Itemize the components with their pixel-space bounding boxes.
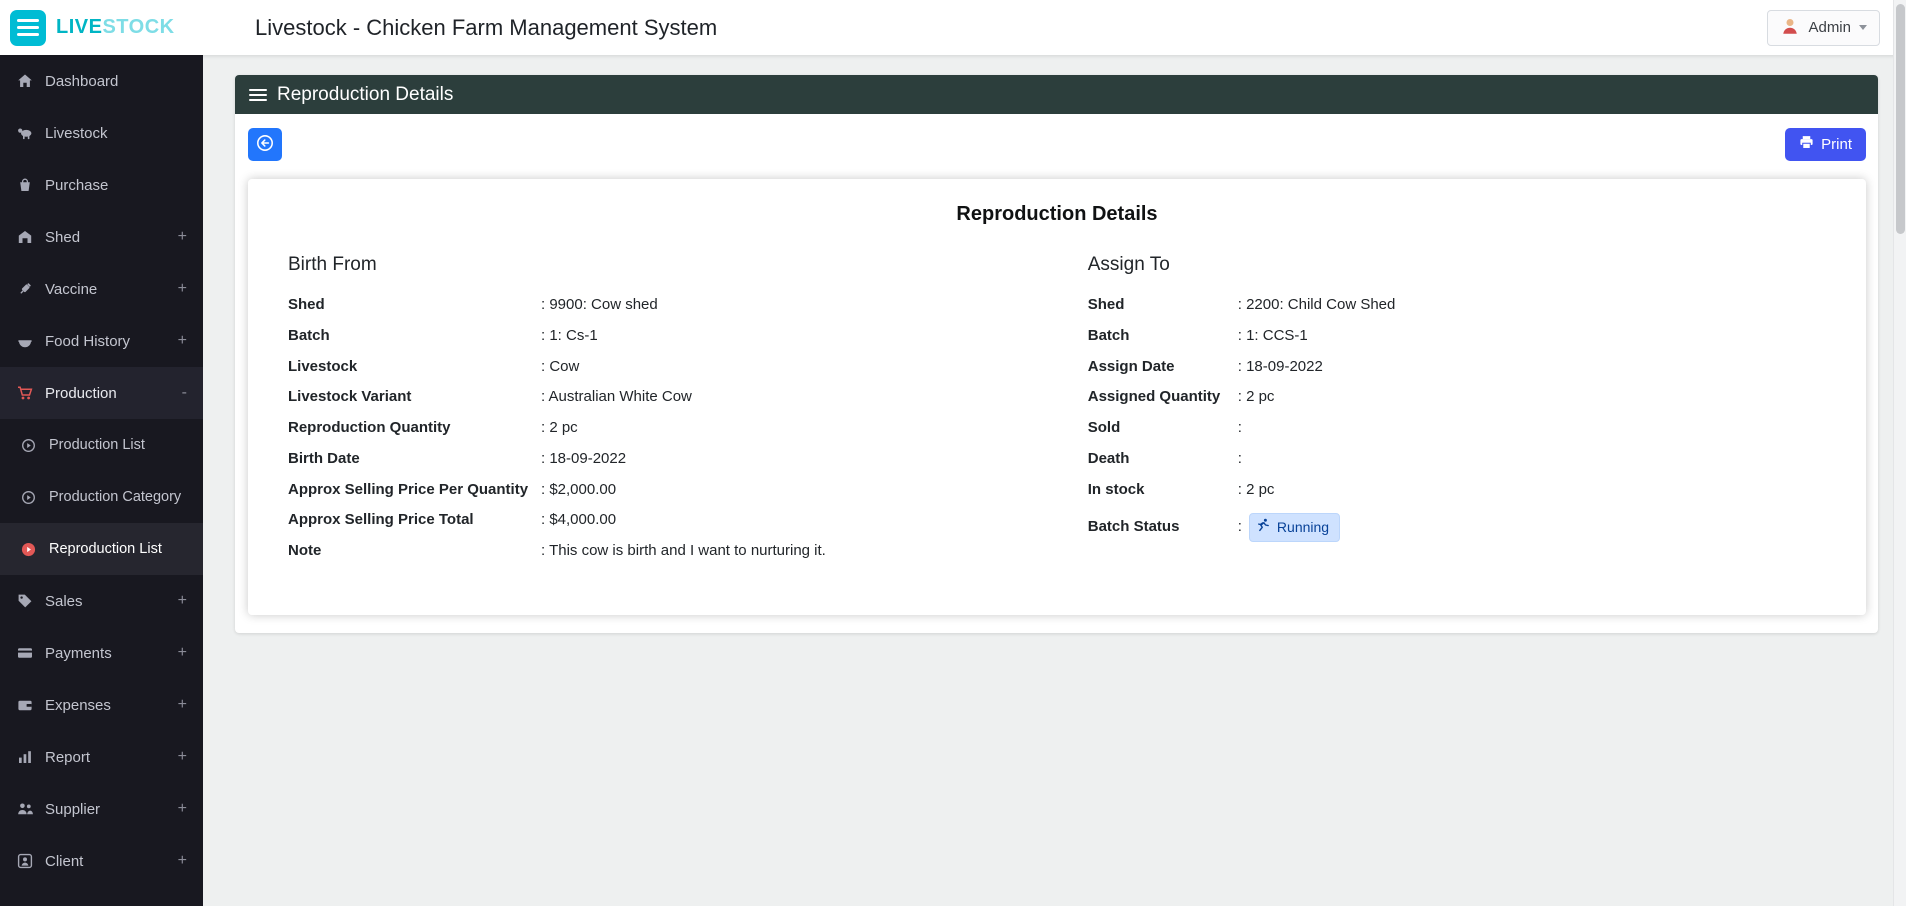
circle-arrow-icon (20, 438, 37, 453)
sidebar-item-production[interactable]: Production - (0, 367, 203, 419)
detail-row-assign-shed: Shed : 2200: Child Cow Shed (1087, 296, 1396, 313)
printer-icon (1799, 135, 1814, 154)
detail-row-price-per-quantity: Approx Selling Price Per Quantity : $2,0… (288, 480, 617, 498)
logo-stock-text: STOCK (102, 16, 175, 38)
print-button[interactable]: Print (1785, 128, 1866, 161)
sidebar-item-supplier[interactable]: Supplier + (0, 783, 203, 835)
sidebar: Dashboard Livestock Purchase Shed + Vacc… (0, 55, 203, 906)
circle-arrow-active-icon (20, 542, 37, 557)
birth-from-heading: Birth From (288, 254, 377, 275)
detail-row-batch-status: Batch Status : Running (1088, 513, 1826, 542)
circle-arrow-icon (20, 490, 37, 505)
cart-icon (16, 385, 33, 401)
sidebar-item-report[interactable]: Report + (0, 731, 203, 783)
detail-card: Reproduction Details Birth From Shed : 9… (248, 179, 1866, 615)
toolbar: Print (248, 128, 1866, 161)
sidebar-item-dashboard[interactable]: Dashboard (0, 55, 203, 107)
panel-body: Print Reproduction Details Birth From Sh… (235, 114, 1878, 633)
sidebar-item-vaccine[interactable]: Vaccine + (0, 263, 203, 315)
sidebar-item-food-history[interactable]: Food History + (0, 315, 203, 367)
expand-plus-icon: + (177, 592, 187, 609)
expand-plus-icon: + (177, 696, 187, 713)
app-logo[interactable]: LIVESTOCK (56, 16, 175, 39)
detail-row-birth-date: Birth Date : 18-09-2022 (288, 449, 627, 467)
expand-plus-icon: + (177, 228, 187, 245)
bar-chart-icon (16, 749, 33, 765)
users-icon (16, 801, 33, 817)
detail-row-sold: Sold : (1087, 419, 1242, 436)
list-icon (249, 88, 267, 101)
detail-row-shed: Shed : 9900: Cow shed (288, 296, 658, 313)
detail-row-assign-date: Assign Date : 18-09-2022 (1087, 357, 1323, 375)
assign-to-heading: Assign To (1087, 254, 1170, 275)
status-badge-label: Running (1276, 518, 1330, 535)
sidebar-item-expenses[interactable]: Expenses + (0, 679, 203, 731)
detail-row-price-total: Approx Selling Price Total : $4,000.00 (288, 511, 617, 529)
page-title: Livestock - Chicken Farm Management Syst… (255, 14, 718, 40)
scrollbar-thumb[interactable] (1896, 4, 1905, 234)
scrollbar[interactable] (1893, 0, 1906, 906)
sidebar-item-shed[interactable]: Shed + (0, 211, 203, 263)
back-button[interactable] (248, 128, 282, 161)
syringe-icon (16, 281, 33, 297)
sidebar-item-purchase[interactable]: Purchase (0, 159, 203, 211)
panel-header: Reproduction Details (235, 75, 1878, 114)
sidebar-item-payments[interactable]: Payments + (0, 627, 203, 679)
wallet-icon (16, 697, 33, 713)
birth-from-section: Birth From Shed : 9900: Cow shed Batch :… (288, 254, 1088, 573)
expand-plus-icon: + (177, 800, 187, 817)
expand-plus-icon: + (177, 332, 187, 349)
brand: LIVESTOCK (0, 9, 203, 46)
arrow-left-circle-icon (256, 134, 274, 155)
top-header: LIVESTOCK Livestock - Chicken Farm Manag… (0, 0, 1906, 55)
main-content: Reproduction Details Print Reproduction … (203, 55, 1906, 906)
detail-row-livestock-variant: Livestock Variant : Australian White Cow (288, 388, 692, 406)
person-badge-icon (16, 853, 33, 869)
barn-icon (16, 229, 33, 245)
sidebar-item-sales[interactable]: Sales + (0, 575, 203, 627)
sidebar-item-production-list[interactable]: Production List (0, 419, 203, 471)
admin-dropdown[interactable]: Admin (1767, 9, 1880, 46)
print-button-label: Print (1821, 136, 1852, 153)
detail-row-assigned-quantity: Assigned Quantity : 2 pc (1087, 388, 1275, 406)
sidebar-item-client[interactable]: Client + (0, 835, 203, 887)
expand-plus-icon: + (177, 748, 187, 765)
reproduction-details-panel: Reproduction Details Print Reproduction … (235, 75, 1878, 633)
home-icon (16, 73, 33, 89)
sidebar-item-production-category[interactable]: Production Category (0, 471, 203, 523)
card-title: Reproduction Details (956, 203, 1158, 225)
detail-row-in-stock: In stock : 2 pc (1087, 480, 1275, 498)
food-bowl-icon (16, 333, 33, 349)
expand-plus-icon: + (177, 644, 187, 661)
expand-plus-icon: + (177, 280, 187, 297)
expand-plus-icon: + (177, 852, 187, 869)
livestock-icon (16, 125, 33, 141)
runner-icon (1257, 518, 1271, 537)
chevron-down-icon (1859, 25, 1867, 30)
sidebar-toggle-button[interactable] (10, 9, 46, 46)
detail-row-note: Note : This cow is birth and I want to n… (288, 542, 826, 559)
logo-live-text: LIVE (56, 16, 103, 38)
detail-row-death: Death : (1087, 449, 1242, 467)
user-name: Admin (1808, 19, 1851, 36)
assign-to-section: Assign To Shed : 2200: Child Cow Shed Ba… (1088, 254, 1826, 573)
detail-row-reproduction-quantity: Reproduction Quantity : 2 pc (288, 419, 578, 436)
purchase-icon (16, 177, 33, 193)
user-avatar-icon (1780, 16, 1800, 40)
sidebar-item-reproduction-list[interactable]: Reproduction List (0, 523, 203, 575)
detail-row-livestock: Livestock : Cow (288, 357, 580, 375)
status-badge: Running (1248, 513, 1341, 542)
credit-card-icon (16, 645, 33, 661)
panel-title: Reproduction Details (277, 83, 454, 105)
detail-row-batch: Batch : 1: Cs-1 (288, 326, 598, 344)
tag-icon (16, 593, 33, 609)
detail-row-assign-batch: Batch : 1: CCS-1 (1087, 326, 1308, 344)
sidebar-item-livestock[interactable]: Livestock (0, 107, 203, 159)
collapse-minus-icon: - (181, 384, 187, 401)
